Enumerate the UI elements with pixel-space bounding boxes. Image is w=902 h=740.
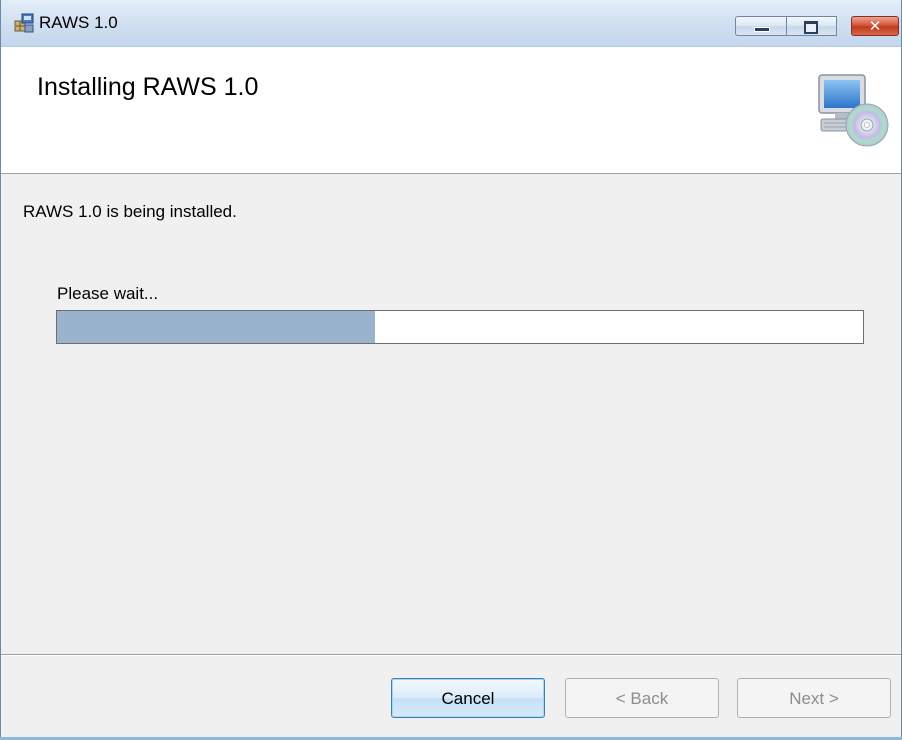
please-wait-label: Please wait... xyxy=(57,284,159,303)
footer-separator xyxy=(1,654,901,656)
header-banner: Installing RAWS 1.0 xyxy=(1,47,901,174)
page-title: Installing RAWS 1.0 xyxy=(37,73,259,101)
computer-cd-icon xyxy=(818,74,889,147)
install-progress-bar xyxy=(56,310,864,344)
minimize-icon xyxy=(754,27,770,32)
cancel-button[interactable]: Cancel xyxy=(391,678,545,718)
maximize-icon xyxy=(804,21,818,34)
title-bar[interactable]: RAWS 1.0 ✕ xyxy=(1,0,901,47)
close-icon: ✕ xyxy=(868,17,882,35)
back-button[interactable]: < Back xyxy=(565,678,719,718)
window-title: RAWS 1.0 xyxy=(39,13,118,32)
install-status-text: RAWS 1.0 is being installed. xyxy=(23,202,237,221)
minimize-button[interactable] xyxy=(735,16,787,36)
installer-app-icon xyxy=(14,13,34,33)
installer-window: RAWS 1.0 ✕ Installing RAWS 1.0 RAWS 1.0 … xyxy=(0,0,902,740)
maximize-button[interactable] xyxy=(787,16,837,36)
progress-bar-fill xyxy=(57,311,376,343)
next-button[interactable]: Next > xyxy=(737,678,891,718)
close-button[interactable]: ✕ xyxy=(851,16,899,36)
